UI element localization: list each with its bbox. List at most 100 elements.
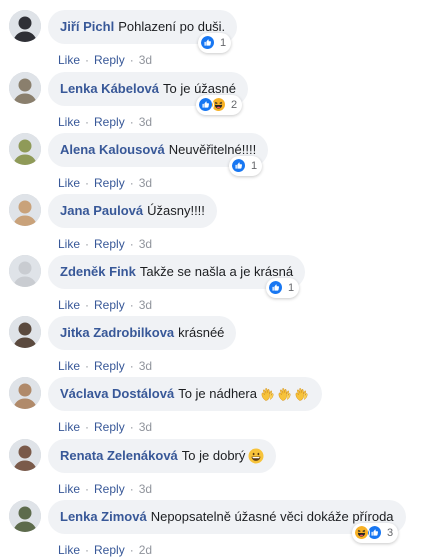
comment-time[interactable]: 3d <box>139 115 152 129</box>
comment-item: Jana Paulová Úžasny!!!! Like · Reply · 3d <box>0 194 436 255</box>
separator-dot: · <box>129 176 134 190</box>
haha-icon <box>354 525 370 541</box>
comment-time[interactable]: 3d <box>139 359 152 373</box>
comment-author[interactable]: Jiří Pichl <box>60 19 114 35</box>
comment-author[interactable]: Václava Dostálová <box>60 386 174 402</box>
comment-text: Úžasny!!!! <box>147 203 205 218</box>
comment-item: Lenka Kábelová To je úžasné Like · Reply · 3… <box>0 72 436 133</box>
comment-item: Jitka Zadrobilkova krásnéé Like · Reply · 3d <box>0 316 436 377</box>
reaction-count: 2 <box>231 99 238 111</box>
like-link[interactable]: Like <box>58 420 80 434</box>
reaction-count: 1 <box>220 37 227 49</box>
comment-time[interactable]: 3d <box>139 53 152 67</box>
avatar[interactable] <box>9 500 41 532</box>
reaction-summary[interactable]: 2 <box>196 95 243 115</box>
like-icon <box>198 97 214 113</box>
comment-item: Václava Dostálová To je nádhera Like · Rep… <box>0 377 436 438</box>
separator-dot: · <box>85 237 90 251</box>
like-link[interactable]: Like <box>58 359 80 373</box>
comment-time[interactable]: 3d <box>139 298 152 312</box>
avatar[interactable] <box>9 255 41 287</box>
avatar[interactable] <box>9 439 41 471</box>
comment-author[interactable]: Jana Paulová <box>60 203 143 219</box>
comment-actions: Like · Reply · 3d <box>58 115 152 129</box>
comment-actions: Like · Reply · 3d <box>58 298 152 312</box>
comment-author[interactable]: Lenka Zimová <box>60 509 147 525</box>
separator-dot: · <box>129 298 134 312</box>
separator-dot: · <box>85 359 90 373</box>
reply-link[interactable]: Reply <box>94 176 125 190</box>
separator-dot: · <box>129 237 134 251</box>
separator-dot: · <box>85 420 90 434</box>
avatar[interactable] <box>9 316 41 348</box>
comment-actions: Like · Reply · 3d <box>58 237 152 251</box>
separator-dot: · <box>129 543 134 557</box>
avatar[interactable] <box>9 72 41 104</box>
reply-link[interactable]: Reply <box>94 359 125 373</box>
comment-actions: Like · Reply · 3d <box>58 176 152 190</box>
comment-emoji-group <box>259 386 310 402</box>
comment-text: To je nádhera <box>178 386 257 401</box>
comment-time[interactable]: 3d <box>139 176 152 190</box>
reply-link[interactable]: Reply <box>94 237 125 251</box>
separator-dot: · <box>85 543 90 557</box>
separator-dot: · <box>129 53 134 67</box>
reply-link[interactable]: Reply <box>94 482 125 496</box>
separator-dot: · <box>85 53 90 67</box>
reply-link[interactable]: Reply <box>94 420 125 434</box>
comment-author[interactable]: Zdeněk Fink <box>60 264 136 280</box>
reaction-summary[interactable]: 1 <box>229 156 263 176</box>
separator-dot: · <box>85 482 90 496</box>
comment-author[interactable]: Lenka Kábelová <box>60 81 159 97</box>
reaction-summary[interactable]: 1 <box>266 278 300 298</box>
comment-author[interactable]: Alena Kalousová <box>60 142 165 158</box>
like-link[interactable]: Like <box>58 298 80 312</box>
like-icon <box>200 35 216 51</box>
comment-actions: Like · Reply · 2d <box>58 543 152 557</box>
comment-bubble: Václava Dostálová To je nádhera <box>48 377 322 411</box>
comment-item: Lenka Zimová Nepopsatelně úžasné věci do… <box>0 500 436 558</box>
avatar[interactable] <box>9 10 41 42</box>
avatar[interactable] <box>9 377 41 409</box>
avatar[interactable] <box>9 194 41 226</box>
separator-dot: · <box>129 115 134 129</box>
reaction-count: 3 <box>387 527 394 539</box>
reply-link[interactable]: Reply <box>94 115 125 129</box>
comment-actions: Like · Reply · 3d <box>58 420 152 434</box>
like-link[interactable]: Like <box>58 53 80 67</box>
comment-time[interactable]: 3d <box>139 420 152 434</box>
comment-author[interactable]: Renata Zelenáková <box>60 448 178 464</box>
reply-link[interactable]: Reply <box>94 298 125 312</box>
avatar[interactable] <box>9 133 41 165</box>
clapping-hands-icon <box>276 386 293 402</box>
comment-bubble: Renata Zelenáková To je dobrý <box>48 439 277 473</box>
reaction-summary[interactable]: 1 <box>198 33 232 53</box>
comment-author[interactable]: Jitka Zadrobilkova <box>60 325 174 341</box>
comment-text: To je dobrý <box>181 448 246 463</box>
comment-emoji-group <box>247 448 264 464</box>
comment-item: Zdeněk Fink Takže se našla a je krásná L… <box>0 255 436 316</box>
comment-time[interactable]: 3d <box>139 482 152 496</box>
reply-link[interactable]: Reply <box>94 53 125 67</box>
comment-actions: Like · Reply · 3d <box>58 482 152 496</box>
comment-bubble: Jitka Zadrobilkova krásnéé <box>48 316 237 350</box>
separator-dot: · <box>129 359 134 373</box>
reaction-count: 1 <box>251 160 258 172</box>
clapping-hands-icon <box>293 386 310 402</box>
like-link[interactable]: Like <box>58 543 80 557</box>
clapping-hands-icon <box>259 386 276 402</box>
separator-dot: · <box>129 482 134 496</box>
like-link[interactable]: Like <box>58 176 80 190</box>
comment-time[interactable]: 2d <box>139 543 152 557</box>
reply-link[interactable]: Reply <box>94 543 125 557</box>
comment-text: Nepopsatelně úžasné věci dokáže příroda <box>150 509 394 524</box>
reaction-summary[interactable]: 3 <box>352 523 399 543</box>
comment-item: Alena Kalousová Neuvěřitelné!!!! Like · Re… <box>0 133 436 194</box>
comment-item: Renata Zelenáková To je dobrý Like · Reply… <box>0 439 436 500</box>
like-link[interactable]: Like <box>58 482 80 496</box>
like-link[interactable]: Like <box>58 237 80 251</box>
comment-text: krásnéé <box>178 325 225 340</box>
comment-time[interactable]: 3d <box>139 237 152 251</box>
like-link[interactable]: Like <box>58 115 80 129</box>
grinning-face-icon <box>247 448 264 464</box>
